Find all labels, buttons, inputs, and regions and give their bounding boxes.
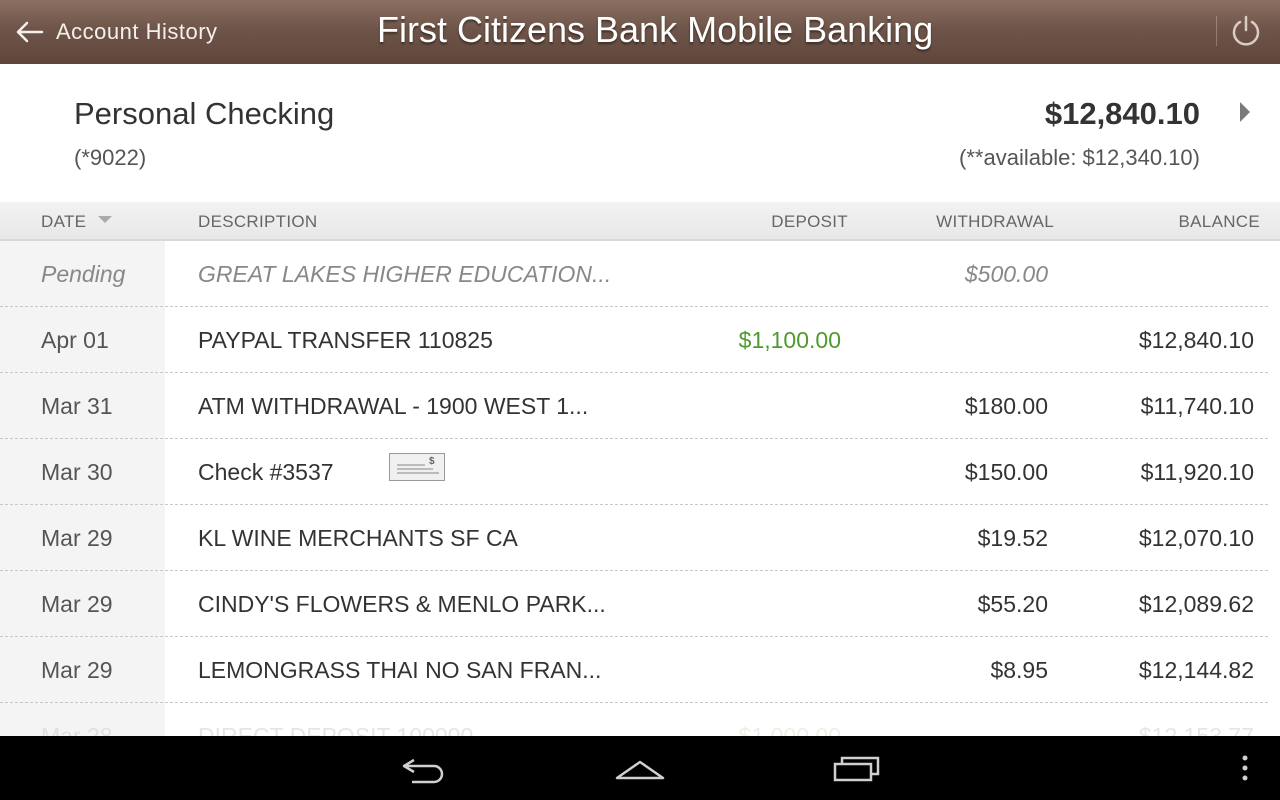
arrow-left-icon bbox=[16, 21, 44, 43]
row-date: Mar 30 bbox=[41, 459, 113, 485]
row-description: Check #3537 bbox=[198, 459, 334, 485]
row-withdrawal: $55.20 bbox=[977, 591, 1048, 617]
row-deposit: $1,100.00 bbox=[738, 327, 841, 353]
row-description: PAYPAL TRANSFER 110825 bbox=[198, 327, 493, 353]
row-description: KL WINE MERCHANTS SF CA bbox=[198, 525, 518, 551]
row-balance: $11,920.10 bbox=[1140, 459, 1254, 485]
row-balance: $12,089.62 bbox=[1138, 591, 1254, 617]
row-description: ATM WITHDRAWAL - 1900 WEST 1... bbox=[198, 393, 589, 419]
svg-text:$: $ bbox=[429, 456, 435, 467]
row-date: Pending bbox=[41, 261, 126, 287]
column-header-balance: BALANCE bbox=[1178, 212, 1260, 231]
row-description: GREAT LAKES HIGHER EDUCATION... bbox=[198, 261, 612, 287]
row-description: CINDY'S FLOWERS & MENLO PARK... bbox=[198, 591, 606, 617]
table-header: DATE DESCRIPTION DEPOSIT WITHDRAWAL BALA… bbox=[0, 202, 1280, 241]
row-deposit: $1,000.00 bbox=[738, 723, 841, 736]
action-bar: Account History First Citizens Bank Mobi… bbox=[0, 0, 1280, 64]
row-withdrawal: $180.00 bbox=[964, 393, 1048, 419]
nav-back-icon[interactable] bbox=[400, 752, 448, 784]
row-withdrawal: $150.00 bbox=[964, 459, 1048, 485]
transaction-list[interactable]: Pending GREAT LAKES HIGHER EDUCATION... … bbox=[0, 241, 1280, 736]
column-header-deposit: DEPOSIT bbox=[771, 212, 848, 231]
back-button[interactable]: Account History bbox=[0, 0, 218, 64]
row-balance: $12,153.77 bbox=[1138, 723, 1254, 736]
overflow-menu-icon[interactable] bbox=[1236, 752, 1254, 784]
row-balance: $11,740.10 bbox=[1140, 393, 1254, 419]
sort-descending-icon[interactable] bbox=[98, 216, 112, 223]
row-withdrawal: $500.00 bbox=[964, 261, 1048, 287]
account-number: (*9022) bbox=[74, 145, 147, 170]
check-image-icon[interactable]: $ bbox=[389, 453, 445, 481]
nav-home-icon[interactable] bbox=[614, 752, 666, 784]
row-balance: $12,144.82 bbox=[1138, 657, 1254, 683]
action-bar-divider bbox=[1216, 16, 1217, 46]
column-header-withdrawal: WITHDRAWAL bbox=[936, 212, 1054, 231]
table-row[interactable]: Mar 29 KL WINE MERCHANTS SF CA $19.52 $1… bbox=[0, 505, 1268, 571]
column-header-date[interactable]: DATE bbox=[41, 212, 86, 232]
column-header-description: DESCRIPTION bbox=[198, 212, 318, 231]
power-icon[interactable] bbox=[1229, 14, 1263, 48]
row-date: Mar 28 bbox=[41, 723, 113, 736]
back-label[interactable]: Account History bbox=[56, 19, 218, 45]
table-row[interactable]: Mar 30 Check #3537 $ $150.00 $11,920.10 bbox=[0, 439, 1268, 505]
row-withdrawal: $8.95 bbox=[990, 657, 1048, 683]
row-description: LEMONGRASS THAI NO SAN FRAN... bbox=[198, 657, 602, 683]
row-date: Mar 29 bbox=[41, 591, 113, 617]
table-row[interactable]: Apr 01 PAYPAL TRANSFER 110825 $1,100.00 … bbox=[0, 307, 1268, 373]
table-row[interactable]: Mar 29 CINDY'S FLOWERS & MENLO PARK... $… bbox=[0, 571, 1268, 637]
row-withdrawal: $19.52 bbox=[977, 525, 1048, 551]
account-name: Personal Checking bbox=[74, 96, 335, 131]
table-row[interactable]: Pending GREAT LAKES HIGHER EDUCATION... … bbox=[0, 241, 1268, 307]
available-balance: (**available: $12,340.10) bbox=[959, 145, 1200, 170]
account-balance: $12,840.10 bbox=[1044, 96, 1200, 131]
row-description: DIRECT DEPOSIT 100000 bbox=[198, 723, 474, 736]
row-date: Mar 29 bbox=[41, 657, 113, 683]
triangle-right-icon[interactable] bbox=[1238, 100, 1252, 124]
row-balance: $12,070.10 bbox=[1138, 525, 1254, 551]
table-row[interactable]: Mar 31 ATM WITHDRAWAL - 1900 WEST 1... $… bbox=[0, 373, 1268, 439]
row-balance: $12,840.10 bbox=[1138, 327, 1254, 353]
table-row[interactable]: Mar 29 LEMONGRASS THAI NO SAN FRAN... $8… bbox=[0, 637, 1268, 703]
nav-recents-icon[interactable] bbox=[832, 752, 882, 784]
table-row[interactable]: Mar 28 DIRECT DEPOSIT 100000 $1,000.00 $… bbox=[0, 703, 1268, 736]
system-navigation-bar bbox=[0, 736, 1280, 800]
row-date: Mar 31 bbox=[41, 393, 113, 419]
app-title: First Citizens Bank Mobile Banking bbox=[377, 9, 934, 50]
row-date: Apr 01 bbox=[41, 327, 109, 353]
row-date: Mar 29 bbox=[41, 525, 113, 551]
